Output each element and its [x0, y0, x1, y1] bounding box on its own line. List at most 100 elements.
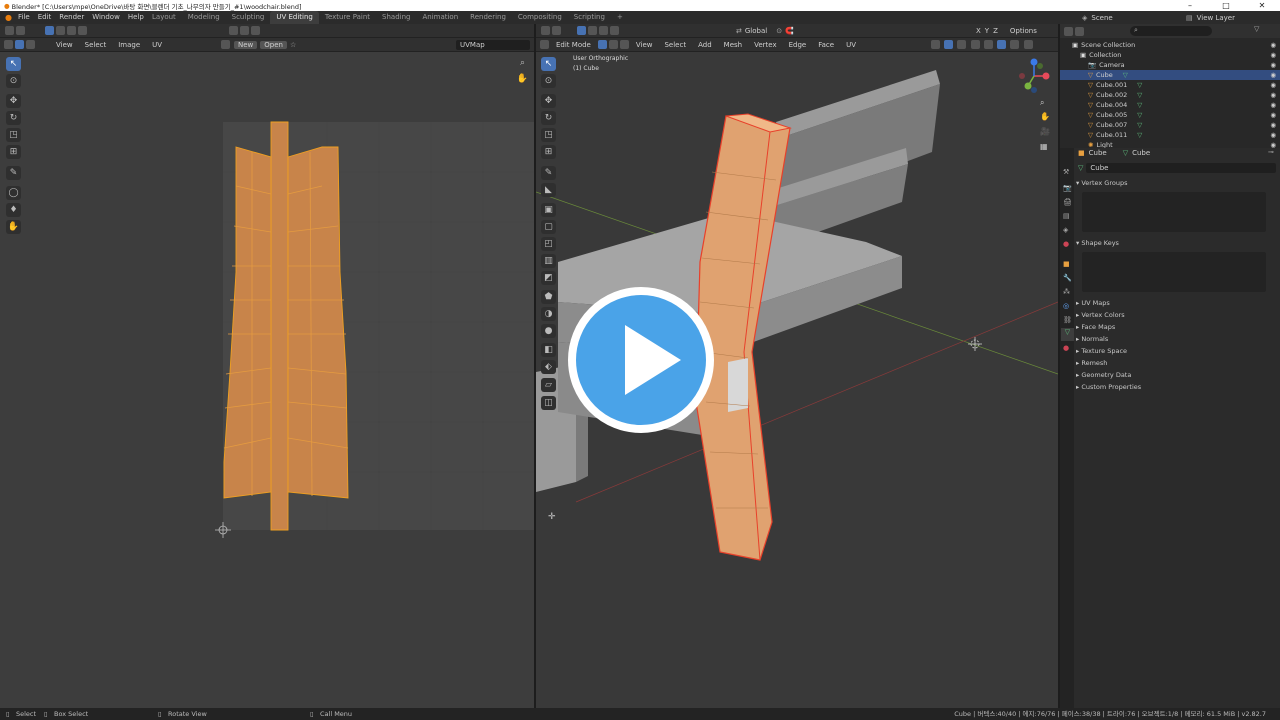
visibility-eye-icon[interactable]: ◉ [1270, 80, 1276, 90]
uv-grab-tool-icon[interactable]: ◯ [6, 186, 21, 200]
blender-menu-icon[interactable]: ● [5, 13, 12, 22]
mode-extend-icon[interactable] [588, 26, 597, 35]
uv-cursor-tool-icon[interactable]: ⊙ [6, 74, 21, 88]
snap-toggle-icon[interactable]: 🧲 [785, 27, 794, 35]
outliner-item[interactable]: ▽ Cube.004 ▽ ◉ [1060, 100, 1280, 110]
shading-material-icon[interactable] [1010, 40, 1020, 49]
select-tool-icon[interactable] [16, 26, 25, 35]
view-layer-tab-icon[interactable]: ▤ [1063, 212, 1070, 220]
menu-help[interactable]: Help [128, 11, 144, 24]
uvmap-selector[interactable]: UVMap [456, 40, 530, 50]
mirror-y-toggle[interactable]: Y [985, 27, 989, 35]
outliner-item[interactable]: ▽ Cube.007 ▽ ◉ [1060, 120, 1280, 130]
mirror-z-toggle[interactable]: Z [993, 27, 998, 35]
viewport-menu-edge[interactable]: Edge [783, 38, 813, 52]
section-normals[interactable]: ▸ Normals [1076, 334, 1276, 344]
constraints-tab-icon[interactable]: ⛓ [1063, 316, 1072, 324]
shading-solid-icon[interactable] [997, 40, 1007, 49]
section-geometry-data[interactable]: ▸ Geometry Data [1076, 370, 1276, 380]
outliner-item[interactable]: ▽ Cube ▽ ◉ [1060, 70, 1280, 80]
viewport-select-box-icon[interactable] [541, 26, 550, 35]
vertex-select-icon[interactable] [45, 26, 54, 35]
data-name-input[interactable]: Cube [1086, 163, 1276, 173]
visibility-eye-icon[interactable]: ◉ [1270, 130, 1276, 140]
uv-sync-icon[interactable] [26, 40, 35, 49]
edge-mode-icon[interactable] [608, 40, 618, 49]
breadcrumb-data[interactable]: Cube [1132, 149, 1150, 157]
physics-tab-icon[interactable]: ◎ [1063, 302, 1069, 310]
output-tab-icon[interactable]: 🖨 [1063, 198, 1072, 206]
visibility-eye-icon[interactable]: ◉ [1270, 90, 1276, 100]
section-shape-keys[interactable]: ▾ Shape Keys [1076, 238, 1276, 248]
visibility-eye-icon[interactable]: ◉ [1270, 120, 1276, 130]
shrink-fatten-tool-icon[interactable]: ⬖ [541, 360, 556, 374]
knife-tool-icon[interactable]: ◩ [541, 271, 556, 285]
bevel-tool-icon[interactable]: ◰ [541, 237, 556, 251]
particles-tab-icon[interactable]: ⁂ [1063, 288, 1070, 296]
section-face-maps[interactable]: ▸ Face Maps [1076, 322, 1276, 332]
tab-rendering[interactable]: Rendering [464, 11, 512, 24]
uv-menu-uv[interactable]: UV [146, 38, 168, 52]
viewport-scale-tool-icon[interactable]: ◳ [541, 128, 556, 142]
uv-zoom-icon[interactable]: ⌕ [515, 56, 530, 70]
tab-animation[interactable]: Animation [416, 11, 464, 24]
data-browse-icon[interactable]: ▽ [1078, 164, 1083, 172]
mode-new-icon[interactable] [577, 26, 586, 35]
viewport-transform-tool-icon[interactable]: ⊞ [541, 145, 556, 159]
mesh-data-icon[interactable]: ▽ [1123, 71, 1128, 79]
vertex-mode-icon[interactable] [597, 40, 607, 49]
tab-modeling[interactable]: Modeling [182, 11, 226, 24]
shear-tool-icon[interactable]: ▱ [541, 378, 556, 392]
image-browse-icon[interactable] [221, 40, 230, 49]
overlay-toggle-icon[interactable] [957, 40, 967, 49]
camera-view-icon[interactable]: 🎥 [1040, 127, 1050, 136]
uv-editor-type-icon[interactable] [4, 40, 13, 49]
mesh-data-icon[interactable]: ▽ [1137, 101, 1142, 109]
rip-tool-icon[interactable]: ◫ [541, 396, 556, 410]
view-object-types-icon[interactable] [931, 40, 940, 49]
outliner-item[interactable]: ▽ Cube.005 ▽ ◉ [1060, 110, 1280, 120]
viewport-menu-add[interactable]: Add [692, 38, 718, 52]
add-workspace-button[interactable]: + [611, 11, 629, 24]
outliner-item[interactable]: 📷 Camera ◉ [1060, 60, 1280, 70]
viewport-menu-select[interactable]: Select [658, 38, 692, 52]
tab-sculpting[interactable]: Sculpting [226, 11, 271, 24]
viewport-menu-mesh[interactable]: Mesh [718, 38, 748, 52]
uv-move-tool-icon[interactable]: ✥ [6, 94, 21, 108]
pin-data-icon[interactable]: ⊸ [1268, 148, 1274, 156]
outliner-editor-type-icon[interactable] [1064, 26, 1073, 36]
viewport-zoom-icon[interactable]: ⌕ [1040, 98, 1044, 108]
world-tab-icon[interactable]: ● [1063, 240, 1069, 248]
outliner-item[interactable]: ▽ Cube.011 ▽ ◉ [1060, 130, 1280, 140]
mirror-x-toggle[interactable]: X [976, 27, 981, 35]
uv-select-mode-icon[interactable] [15, 40, 24, 49]
mode-subtract-icon[interactable] [599, 26, 608, 35]
extrude-tool-icon[interactable]: ▣ [541, 203, 556, 217]
mesh-data-icon[interactable]: ▽ [1137, 131, 1142, 139]
outliner-item[interactable]: ▣ Scene Collection ◉ [1060, 40, 1280, 50]
video-play-button[interactable] [568, 287, 714, 433]
object-tab-icon[interactable]: ■ [1063, 260, 1070, 268]
section-custom-properties[interactable]: ▸ Custom Properties [1076, 382, 1276, 392]
spin-tool-icon[interactable]: ◑ [541, 307, 556, 321]
outliner-item[interactable]: ▽ Cube.001 ▽ ◉ [1060, 80, 1280, 90]
tab-compositing[interactable]: Compositing [512, 11, 568, 24]
menu-render[interactable]: Render [59, 11, 84, 24]
orientation-dropdown[interactable]: Global [745, 27, 767, 35]
perspective-toggle-icon[interactable]: ▦ [1040, 142, 1048, 151]
mode-dropdown[interactable]: Edit Mode [550, 38, 597, 52]
uv-canvas[interactable] [0, 52, 534, 708]
tab-scripting[interactable]: Scripting [568, 11, 611, 24]
mode-invert-icon[interactable] [610, 26, 619, 35]
filter-icon[interactable]: ▽ [1254, 25, 1259, 33]
outliner-search-input[interactable]: ⌕ [1130, 26, 1212, 36]
gizmo-toggle-icon[interactable] [944, 40, 954, 49]
viewport-rotate-tool-icon[interactable]: ↻ [541, 111, 556, 125]
outliner-display-mode-icon[interactable] [1075, 26, 1084, 36]
section-remesh[interactable]: ▸ Remesh [1076, 358, 1276, 368]
uv-scale-tool-icon[interactable]: ◳ [6, 128, 21, 142]
uv-menu-image[interactable]: Image [112, 38, 146, 52]
mesh-data-icon[interactable]: ▽ [1137, 81, 1142, 89]
pin-icon[interactable]: ☆ [290, 41, 296, 49]
viewport-menu-vertex[interactable]: Vertex [748, 38, 783, 52]
